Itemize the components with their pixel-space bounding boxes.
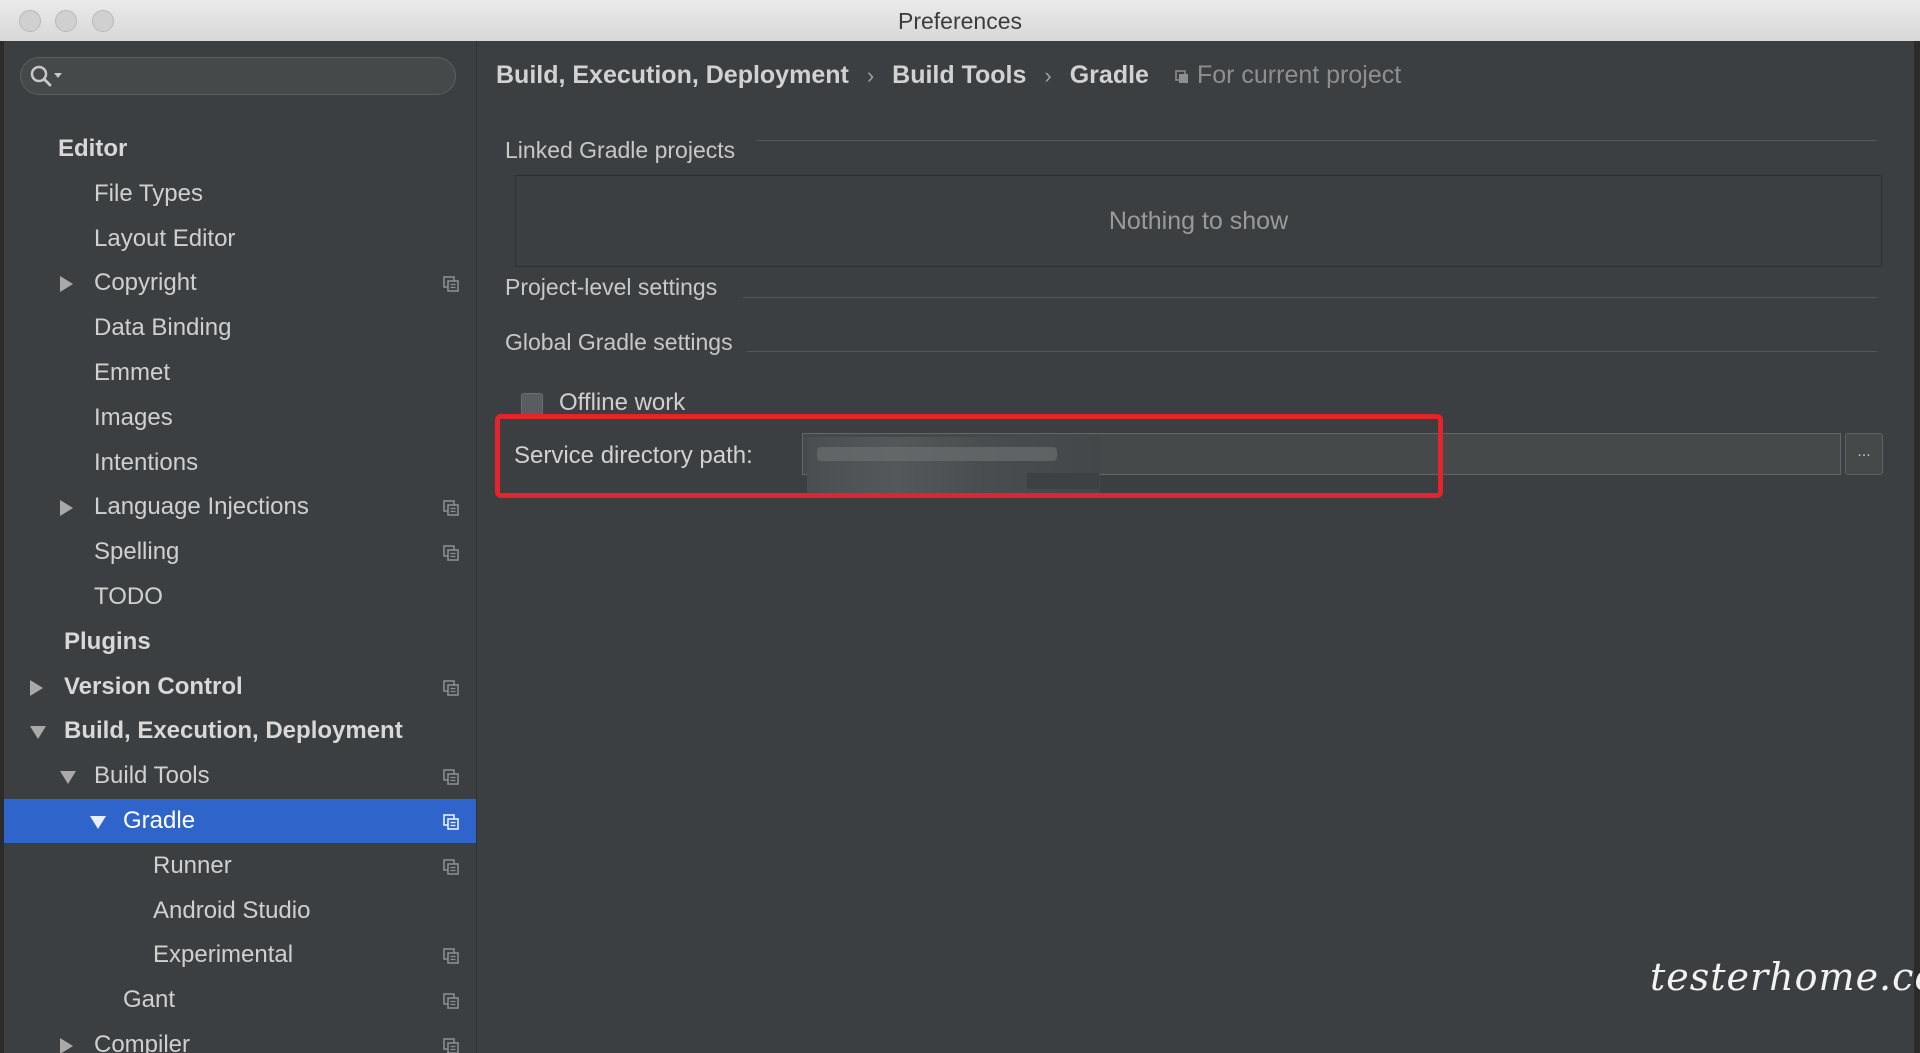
sidebar-item-copyright[interactable]: Copyright [4,261,476,305]
sidebar-item-label: Spelling [94,538,180,566]
breadcrumb-item-build-tools[interactable]: Build Tools [892,61,1026,89]
section-divider [747,351,1877,352]
sidebar-item-label: Data Binding [94,314,232,342]
shared-settings-icon [443,679,459,696]
empty-list-message: Nothing to show [1108,207,1289,235]
sidebar-item-label: TODO [94,583,163,610]
sidebar-item-android-studio[interactable]: Android Studio [4,889,476,933]
sidebar-item-build-execution-deployment[interactable]: Build, Execution, Deployment [4,709,476,753]
sidebar-item-label: Experimental [153,941,294,969]
sidebar-item-gant[interactable]: Gant [4,978,476,1022]
browse-button[interactable]: ... [1845,433,1883,475]
shared-settings-icon [443,769,459,785]
sidebar-item-label: Build Tools [94,762,210,790]
window-title: Preferences [897,8,1022,34]
sidebar-item-spelling[interactable]: Spelling [4,530,476,574]
sidebar-item-file-types[interactable]: File Types [4,172,476,216]
settings-sidebar: Editor File Types Layout Editor Copyright Da… [4,41,477,1053]
sidebar-item-label: Layout Editor [94,224,236,252]
sidebar-item-label: Gant [123,986,176,1014]
shared-settings-icon [443,545,459,561]
sidebar-item-label: File Types [94,179,203,207]
expanded-arrow-icon[interactable] [90,816,106,829]
sidebar-item-label: Intentions [94,448,199,476]
sidebar-item-label: Language Injections [94,493,309,521]
shared-settings-icon [443,993,459,1009]
right-window-edge [1914,41,1920,1053]
breadcrumb: Build, Execution, Deployment › Build Tools… [496,57,1401,93]
watermark: testerhome.com [1650,955,1920,999]
shared-settings-icon [443,814,459,830]
sidebar-item-runner[interactable]: Runner [4,844,476,888]
sidebar-item-todo[interactable]: TODO [4,575,476,619]
shared-settings-icon [443,276,459,293]
shared-settings-icon [443,858,459,875]
sidebar-item-compiler[interactable]: Compiler [4,1023,476,1053]
sidebar-item-experimental[interactable]: Experimental [4,933,476,977]
breadcrumb-item-gradle: Gradle [1069,61,1149,89]
linked-projects-list[interactable]: Nothing to show [515,175,1882,267]
sidebar-item-data-binding[interactable]: Data Binding [4,306,476,350]
annotation-highlight [495,414,1443,498]
shared-settings-icon [443,948,459,965]
expanded-arrow-icon[interactable] [60,771,76,785]
sidebar-item-label: Gradle [123,807,196,834]
sidebar-item-label: Version Control [64,672,243,700]
expanded-arrow-icon[interactable] [30,726,46,740]
sidebar-item-label: Android Studio [153,896,311,924]
sidebar-item-plugins[interactable]: Plugins [4,620,476,664]
title-bar: Preferences [0,0,1920,42]
offline-work-checkbox[interactable] [521,393,543,415]
section-divider [743,297,1877,298]
sidebar-item-build-tools[interactable]: Build Tools [4,754,476,798]
sidebar-item-label: Copyright [94,269,197,297]
shared-settings-icon [443,1038,459,1053]
collapsed-arrow-icon[interactable] [30,679,43,696]
sidebar-item-images[interactable]: Images [4,396,476,440]
sidebar-item-label: Plugins [64,627,151,655]
breadcrumb-separator: › [1044,63,1052,88]
sidebar-item-label: Build, Execution, Deployment [64,717,403,745]
sidebar-item-label: Emmet [94,359,171,386]
section-divider [757,140,1877,141]
sidebar-item-label: Compiler [94,1031,191,1053]
sidebar-item-label: Runner [153,851,232,879]
sidebar-item-intentions[interactable]: Intentions [4,441,476,485]
sidebar-item-language-injections[interactable]: Language Injections [4,485,476,529]
project-scope-label: For current project [1196,61,1402,89]
sidebar-item-label: Images [94,403,173,431]
project-scope-note: For current project [1175,61,1401,89]
search-icon [30,65,62,87]
sidebar-item-label: Editor [58,135,128,162]
breadcrumb-separator: › [866,63,875,88]
preferences-window: Preferences Editor File Types Layout Edito… [0,0,1920,1053]
sidebar-item-layout-editor[interactable]: Layout Editor [4,217,476,261]
linked-projects-header: Linked Gradle projects [505,137,736,163]
collapsed-arrow-icon[interactable] [60,500,73,517]
global-gradle-settings-header: Global Gradle settings [505,329,733,355]
gradle-settings-panel: Build, Execution, Deployment › Build Tools… [477,41,1914,1053]
project-scope-icon [1175,70,1188,83]
collapsed-arrow-icon[interactable] [60,276,73,293]
sidebar-item-version-control[interactable]: Version Control [4,665,476,709]
sidebar-item-emmet[interactable]: Emmet [4,351,476,395]
shared-settings-icon [443,500,459,517]
breadcrumb-item-build-execution-deployment[interactable]: Build, Execution, Deployment [496,61,849,89]
sidebar-item-editor[interactable]: Editor [4,127,476,171]
sidebar-item-gradle[interactable]: Gradle [4,799,476,843]
collapsed-arrow-icon[interactable] [60,1038,73,1053]
project-level-settings-header: Project-level settings [505,274,718,300]
settings-search-input[interactable] [20,57,456,95]
